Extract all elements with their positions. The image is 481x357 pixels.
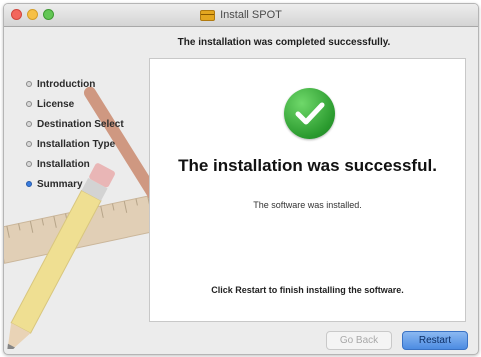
installer-window: Install SPOT The installation was comple… [3,3,479,355]
step-destination-select: Destination Select [26,114,124,134]
step-bullet-icon [26,81,32,87]
window-title-area: Install SPOT [4,4,478,26]
step-bullet-icon [26,161,32,167]
page-heading: The installation was completed successfu… [177,37,391,48]
step-introduction: Introduction [26,74,124,94]
step-installation: Installation [26,154,124,174]
restart-button[interactable]: Restart [402,331,468,350]
step-license: License [26,94,124,114]
window-title: Install SPOT [220,9,282,21]
checkmark-icon [284,88,335,139]
step-summary: Summary [26,174,124,194]
success-title: The installation was successful. [178,156,437,175]
step-bullet-active-icon [26,181,32,187]
summary-panel: The installation was successful. The sof… [149,58,466,322]
installer-steps: Introduction License Destination Select … [26,74,124,194]
step-bullet-icon [26,121,32,127]
go-back-button[interactable]: Go Back [326,331,392,350]
restart-instruction: Click Restart to finish installing the s… [211,285,404,295]
step-bullet-icon [26,101,32,107]
title-bar[interactable]: Install SPOT [4,4,478,27]
step-installation-type: Installation Type [26,134,124,154]
step-bullet-icon [26,141,32,147]
package-icon [200,9,216,21]
installed-message: The software was installed. [253,200,362,210]
